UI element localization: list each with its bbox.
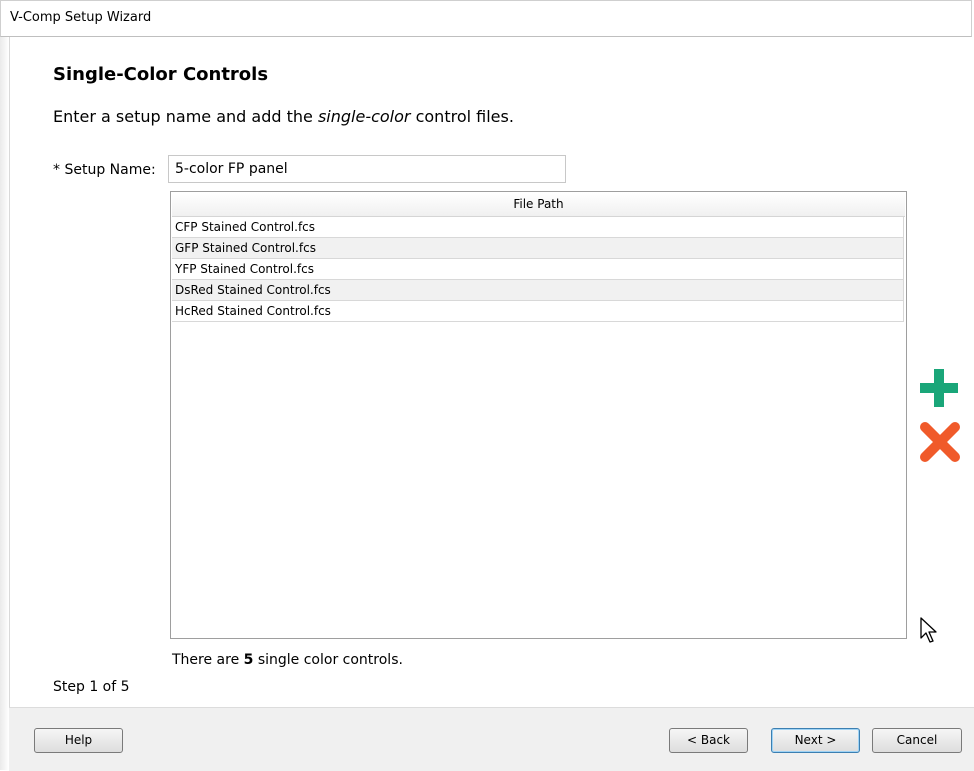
instruction-text-end: control files. (410, 107, 514, 126)
table-row[interactable]: DsRed Stained Control.fcs (172, 280, 904, 301)
next-button[interactable]: Next > (771, 728, 860, 753)
wizard-footer: Help < Back Next > Cancel (9, 707, 974, 771)
setup-name-input[interactable] (168, 155, 566, 183)
table-row[interactable]: HcRed Stained Control.fcs (172, 301, 904, 322)
title-bar: V-Comp Setup Wizard (0, 0, 972, 37)
status-suffix: single color controls. (253, 652, 403, 668)
wizard-content: Single-Color Controls Enter a setup name… (0, 37, 974, 707)
file-path-column-header[interactable]: File Path (172, 193, 905, 217)
table-row[interactable]: CFP Stained Control.fcs (172, 217, 904, 238)
remove-file-button[interactable] (920, 422, 960, 462)
control-count: 5 (243, 652, 254, 668)
cancel-button[interactable]: Cancel (872, 728, 962, 753)
page-title: Single-Color Controls (53, 64, 269, 85)
mouse-cursor-icon (919, 616, 943, 646)
table-row[interactable]: GFP Stained Control.fcs (172, 238, 904, 259)
table-row[interactable]: YFP Stained Control.fcs (172, 259, 904, 280)
instruction-text: Enter a setup name and add the single-co… (53, 107, 514, 126)
back-button[interactable]: < Back (669, 728, 748, 753)
control-count-status: There are 5 single color controls. (172, 652, 403, 668)
help-button[interactable]: Help (34, 728, 123, 753)
x-icon (920, 422, 960, 462)
window-title: V-Comp Setup Wizard (10, 10, 152, 25)
instruction-text-start: Enter a setup name and add the (53, 107, 318, 126)
instruction-emphasis: single-color (317, 107, 411, 126)
setup-name-label: * Setup Name: (53, 162, 156, 178)
file-path-table[interactable]: File Path CFP Stained Control.fcs GFP St… (170, 191, 907, 639)
status-prefix: There are (172, 652, 244, 668)
step-indicator: Step 1 of 5 (53, 679, 130, 695)
add-file-button[interactable] (920, 369, 958, 407)
plus-icon (920, 369, 958, 407)
